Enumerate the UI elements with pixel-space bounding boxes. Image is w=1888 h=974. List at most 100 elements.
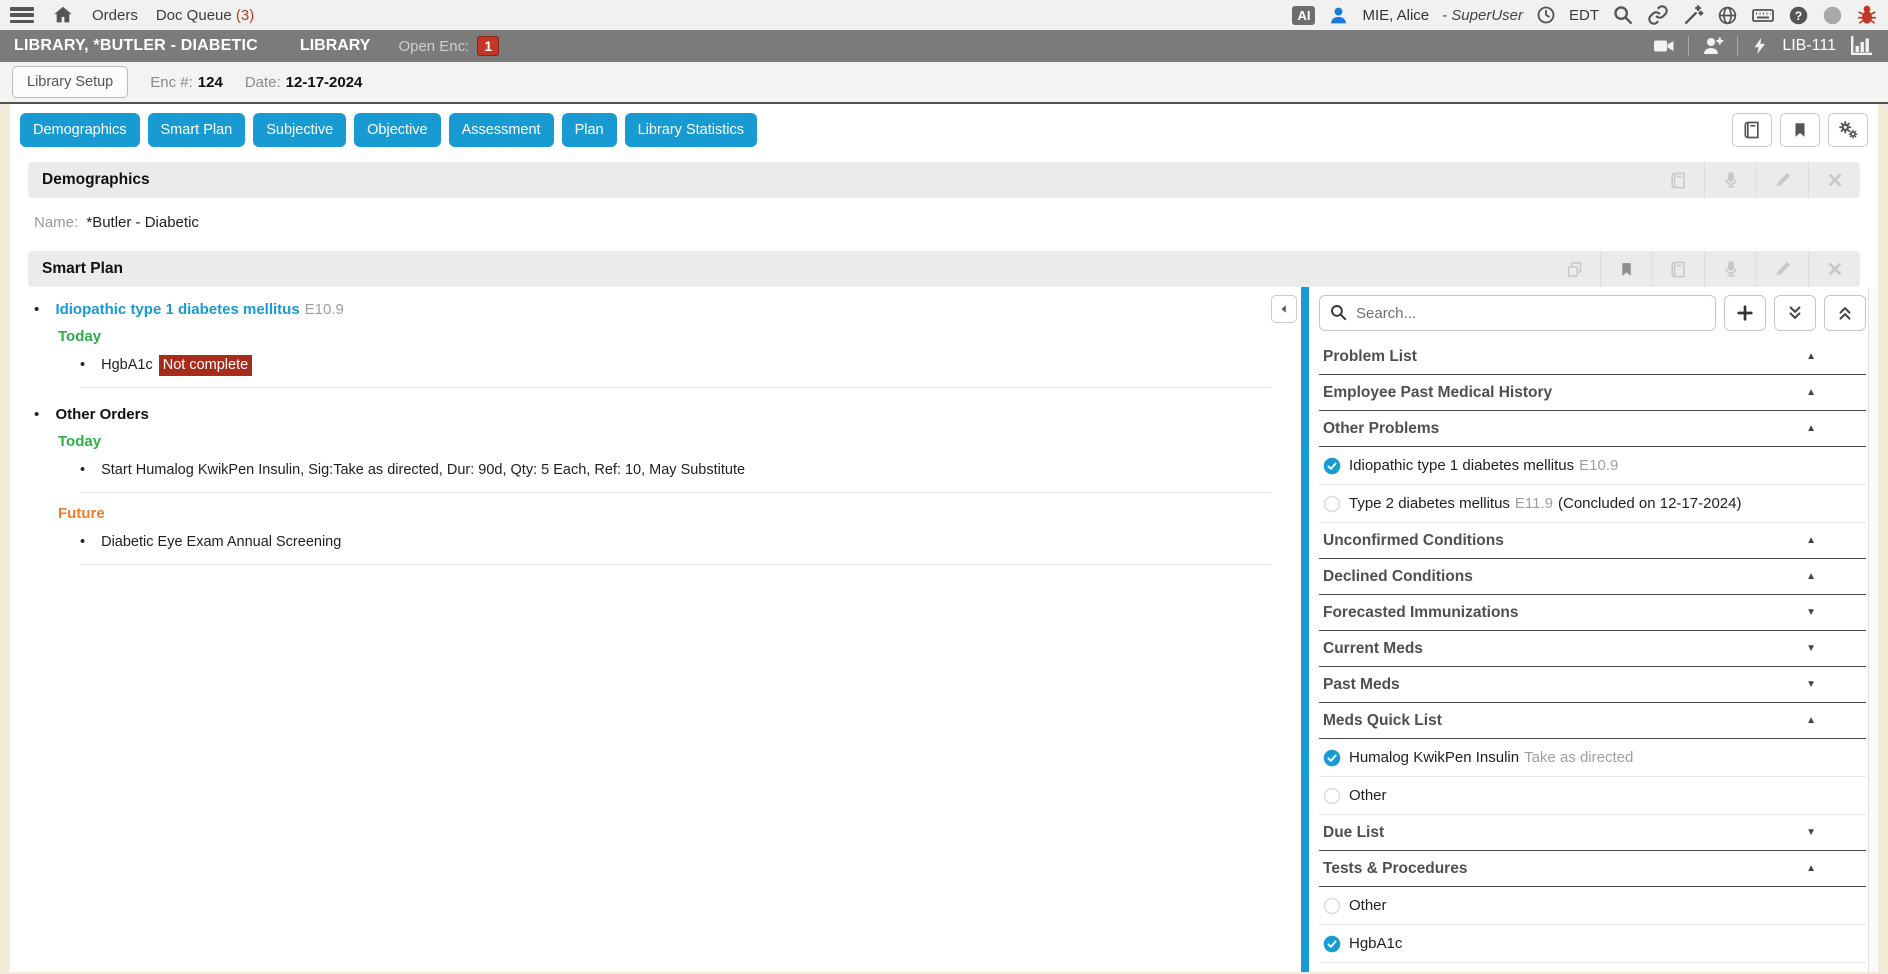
check-circle-icon bbox=[1323, 749, 1341, 767]
expand-arrow-icon: ▼ bbox=[1806, 827, 1862, 838]
link-icon[interactable] bbox=[1647, 4, 1669, 26]
user-role: - SuperUser bbox=[1442, 7, 1523, 24]
hamburger-menu-icon[interactable] bbox=[10, 7, 34, 23]
sidebar-scrollbar[interactable] bbox=[1868, 287, 1878, 972]
user-icon[interactable] bbox=[1328, 5, 1349, 26]
home-icon[interactable] bbox=[52, 4, 74, 26]
close-icon[interactable] bbox=[1808, 251, 1860, 287]
sidebar-section-current-meds[interactable]: Current Meds ▼ bbox=[1319, 631, 1866, 667]
search-icon[interactable] bbox=[1612, 4, 1634, 26]
globe-icon[interactable] bbox=[1717, 5, 1738, 26]
help-icon[interactable]: ? bbox=[1788, 5, 1809, 26]
book-icon[interactable] bbox=[1652, 162, 1704, 198]
microphone-icon[interactable] bbox=[1704, 251, 1756, 287]
book-button[interactable] bbox=[1732, 113, 1772, 147]
sidebar-section-other-problems[interactable]: Other Problems ▲ bbox=[1319, 411, 1866, 447]
sidebar-section-forecasted-immunizations[interactable]: Forecasted Immunizations ▼ bbox=[1319, 595, 1866, 631]
item-text: Type 2 diabetes mellitus bbox=[1349, 495, 1510, 512]
gears-icon bbox=[1836, 119, 1860, 141]
expand-arrow-icon: ▼ bbox=[1806, 679, 1862, 690]
expand-all-button[interactable] bbox=[1774, 295, 1816, 331]
smart-plan-title: Smart Plan bbox=[42, 260, 123, 278]
other-orders-title: Other Orders bbox=[55, 406, 148, 423]
department-label: LIBRARY bbox=[300, 37, 371, 55]
tab-objective[interactable]: Objective bbox=[354, 113, 440, 147]
bookmark-icon[interactable] bbox=[1600, 251, 1652, 287]
book-icon[interactable] bbox=[1652, 251, 1704, 287]
pencil-icon[interactable] bbox=[1756, 162, 1808, 198]
sidebar-section-past-meds[interactable]: Past Meds ▼ bbox=[1319, 667, 1866, 703]
collapse-all-button[interactable] bbox=[1824, 295, 1866, 331]
wand-icon[interactable] bbox=[1682, 4, 1704, 26]
sidebar-item-other-test[interactable]: Other bbox=[1319, 887, 1866, 925]
sidebar-section-visit-orders[interactable]: Visit Orders ▲ bbox=[1319, 963, 1866, 972]
copy-icon[interactable] bbox=[1548, 251, 1600, 287]
search-input[interactable] bbox=[1319, 295, 1716, 331]
bookmark-button[interactable] bbox=[1780, 113, 1820, 147]
collapse-arrow-icon: ▲ bbox=[1806, 715, 1862, 726]
sidebar-section-declined-conditions[interactable]: Declined Conditions ▲ bbox=[1319, 559, 1866, 595]
section-label: Unconfirmed Conditions bbox=[1323, 532, 1504, 550]
sidebar-section-problem-list[interactable]: Problem List ▲ bbox=[1319, 339, 1866, 375]
divider bbox=[1737, 36, 1738, 56]
bug-icon[interactable] bbox=[1856, 4, 1878, 26]
sidebar-section-unconfirmed-conditions[interactable]: Unconfirmed Conditions ▲ bbox=[1319, 523, 1866, 559]
patient-name[interactable]: LIBRARY, *BUTLER - DIABETIC bbox=[14, 37, 258, 55]
sidebar-section-meds-quick-list[interactable]: Meds Quick List ▲ bbox=[1319, 703, 1866, 739]
subgroup-label-future: Future bbox=[58, 505, 1271, 522]
svg-text:?: ? bbox=[1795, 8, 1802, 22]
sidebar-item-hgba1c[interactable]: HgbA1c bbox=[1319, 925, 1866, 963]
collapse-arrow-icon: ▲ bbox=[1806, 863, 1862, 874]
plan-item[interactable]: Diabetic Eye Exam Annual Screening bbox=[80, 534, 1271, 565]
book-icon bbox=[1742, 120, 1762, 140]
section-label: Problem List bbox=[1323, 348, 1417, 366]
sidebar-item-other-med[interactable]: Other bbox=[1319, 777, 1866, 815]
section-label: Employee Past Medical History bbox=[1323, 384, 1552, 402]
double-chevron-up-icon bbox=[1836, 304, 1854, 322]
tab-plan[interactable]: Plan bbox=[562, 113, 617, 147]
nav-doc-queue[interactable]: Doc Queue (3) bbox=[156, 7, 254, 24]
check-circle-icon bbox=[1323, 457, 1341, 475]
tab-subjective[interactable]: Subjective bbox=[253, 113, 346, 147]
pencil-icon[interactable] bbox=[1756, 251, 1808, 287]
subgroup-label-today: Today bbox=[58, 328, 1271, 345]
sidebar-section-due-list[interactable]: Due List ▼ bbox=[1319, 815, 1866, 851]
bar-chart-icon[interactable] bbox=[1848, 34, 1874, 58]
tab-demographics[interactable]: Demographics bbox=[20, 113, 140, 147]
problem-heading: Idiopathic type 1 diabetes mellitusE10.9 bbox=[34, 301, 1271, 318]
tab-smart-plan[interactable]: Smart Plan bbox=[148, 113, 246, 147]
add-user-icon[interactable] bbox=[1701, 34, 1725, 58]
keyboard-icon[interactable] bbox=[1751, 3, 1775, 27]
open-enc-label: Open Enc: bbox=[398, 38, 469, 55]
section-label: Other Problems bbox=[1323, 420, 1439, 438]
settings-button[interactable] bbox=[1828, 113, 1868, 147]
video-camera-icon[interactable] bbox=[1652, 34, 1676, 58]
item-sig: Take as directed bbox=[1524, 749, 1633, 766]
user-name[interactable]: MIE, Alice bbox=[1362, 7, 1429, 24]
sidebar-item-idiopathic-type-1[interactable]: Idiopathic type 1 diabetes mellitus E10.… bbox=[1319, 447, 1866, 485]
ai-badge[interactable]: AI bbox=[1292, 6, 1315, 25]
add-button[interactable] bbox=[1724, 295, 1766, 331]
check-circle-icon bbox=[1323, 935, 1341, 953]
close-icon[interactable] bbox=[1808, 162, 1860, 198]
microphone-icon[interactable] bbox=[1704, 162, 1756, 198]
library-setup-button[interactable]: Library Setup bbox=[12, 66, 128, 98]
sidebar-collapse-button[interactable] bbox=[1271, 295, 1297, 323]
collapse-arrow-icon: ▲ bbox=[1806, 571, 1862, 582]
sidebar-item-humalog-kwikpen[interactable]: Humalog KwikPen Insulin Take as directed bbox=[1319, 739, 1866, 777]
demographics-title: Demographics bbox=[42, 171, 150, 189]
section-label: Current Meds bbox=[1323, 640, 1423, 658]
plan-item[interactable]: Start Humalog KwikPen Insulin, Sig:Take … bbox=[80, 462, 1271, 493]
open-enc-count-badge[interactable]: 1 bbox=[477, 36, 499, 56]
clock-icon[interactable] bbox=[1536, 5, 1556, 25]
sidebar-section-employee-past-medical-history[interactable]: Employee Past Medical History ▲ bbox=[1319, 375, 1866, 411]
item-text: Other bbox=[1349, 897, 1387, 914]
sidebar-section-tests-procedures[interactable]: Tests & Procedures ▲ bbox=[1319, 851, 1866, 887]
sidebar-item-type-2-diabetes[interactable]: Type 2 diabetes mellitus E11.9 (Conclude… bbox=[1319, 485, 1866, 523]
tab-assessment[interactable]: Assessment bbox=[449, 113, 554, 147]
lightning-icon[interactable] bbox=[1750, 35, 1770, 57]
nav-orders[interactable]: Orders bbox=[92, 7, 138, 24]
plan-item[interactable]: HgbA1c Not complete bbox=[80, 357, 1271, 388]
tab-library-statistics[interactable]: Library Statistics bbox=[625, 113, 757, 147]
problem-link[interactable]: Idiopathic type 1 diabetes mellitus bbox=[55, 301, 299, 318]
